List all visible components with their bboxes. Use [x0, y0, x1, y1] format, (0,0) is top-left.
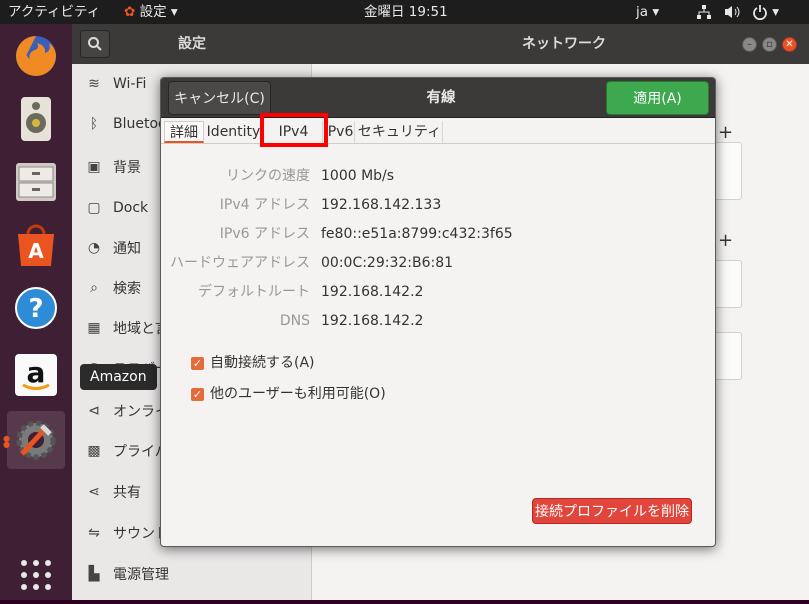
- privacy-icon: ▩: [87, 443, 101, 459]
- dialog-title: 有線: [426, 90, 456, 106]
- search-icon: [88, 37, 102, 51]
- background-icon: ▣: [87, 159, 101, 175]
- checkbox-checked-icon: ✓: [191, 387, 204, 401]
- language-label: ja: [636, 4, 649, 20]
- region-icon: ▦: [87, 320, 101, 336]
- bluetooth-icon: ᛒ: [89, 116, 99, 132]
- top-bar: アクティビティ ✿ 設定 ▾ 金曜日 19:51 ja ▾ ▾: [0, 0, 809, 24]
- activities-button[interactable]: アクティビティ: [8, 0, 100, 24]
- language-menu[interactable]: ja ▾: [636, 0, 659, 24]
- volume-icon[interactable]: [724, 0, 742, 24]
- auto-connect-checkbox[interactable]: ✓ 自動接続する(A): [191, 352, 315, 374]
- info-row-hardware-address: ハードウェアアドレス 00:0C:29:32:B6:81: [161, 252, 715, 274]
- help-icon[interactable]: ?: [7, 279, 65, 337]
- info-value: fe80::e51a:8799:c432:3f65: [321, 226, 513, 242]
- maximize-icon[interactable]: ▫: [762, 37, 777, 52]
- settings-icon[interactable]: [7, 411, 65, 469]
- settings-app-icon: ✿: [124, 4, 136, 20]
- chevron-down-icon: ▾: [170, 4, 178, 20]
- add-icon[interactable]: +: [718, 230, 733, 251]
- tab-identity[interactable]: Identity: [206, 121, 262, 143]
- sidebar-item-label: 共有: [113, 485, 141, 501]
- chevron-down-icon: ▾: [772, 4, 780, 20]
- sidebar-item-power[interactable]: ▙ 電源管理: [72, 554, 312, 594]
- sidebar-item-label: 検索: [113, 281, 141, 297]
- info-label: IPv6 アドレス: [219, 226, 310, 242]
- app-menu[interactable]: ✿ 設定 ▾: [124, 0, 178, 24]
- info-label: ハードウェアアドレス: [170, 255, 310, 271]
- tab-details[interactable]: 詳細: [164, 121, 204, 143]
- tab-security[interactable]: セキュリティ: [357, 121, 443, 143]
- svg-text:A: A: [28, 239, 44, 263]
- search-button[interactable]: [80, 30, 110, 58]
- share-icon: ⋖: [88, 484, 100, 500]
- connection-card: [712, 142, 742, 200]
- connection-card: [712, 260, 742, 308]
- info-value: 00:0C:29:32:B6:81: [321, 255, 454, 271]
- sidebar-item-label: 背景: [113, 160, 141, 176]
- software-center-icon[interactable]: A: [7, 216, 65, 274]
- firefox-icon[interactable]: [7, 27, 65, 85]
- apply-button[interactable]: 適用(A): [606, 81, 709, 115]
- info-label: DNS: [279, 313, 310, 329]
- sidebar-item-label: Wi-Fi: [113, 76, 147, 92]
- rhythmbox-icon[interactable]: [7, 90, 65, 148]
- info-value: 192.168.142.2: [321, 284, 424, 300]
- add-icon[interactable]: +: [718, 122, 733, 143]
- connection-card: [712, 332, 742, 380]
- tab-bar: 詳細 Identity IPv4 IPv6 セキュリティ: [161, 119, 715, 144]
- wifi-icon: ≋: [88, 76, 100, 92]
- info-label: デフォルトルート: [198, 284, 310, 300]
- highlight-box: [260, 113, 328, 147]
- info-row-dns: DNS 192.168.142.2: [161, 310, 715, 332]
- sidebar-item-label: 電源管理: [113, 567, 169, 583]
- info-row-ipv4-address: IPv4 アドレス 192.168.142.133: [161, 194, 715, 216]
- info-row-link-speed: リンクの速度 1000 Mb/s: [161, 165, 715, 187]
- checkbox-label: 他のユーザーも利用可能(O): [210, 386, 386, 402]
- app-grid-icon[interactable]: [7, 546, 65, 604]
- clock[interactable]: 金曜日 19:51: [364, 0, 448, 24]
- info-label: リンクの速度: [226, 168, 310, 184]
- info-value: 192.168.142.2: [321, 313, 424, 329]
- info-value: 1000 Mb/s: [321, 168, 395, 184]
- svg-text:a: a: [27, 356, 46, 389]
- delete-profile-button[interactable]: 接続プロファイルを削除: [532, 498, 692, 524]
- notifications-icon: ◔: [87, 240, 101, 256]
- checkbox-label: 自動接続する(A): [210, 355, 315, 371]
- files-icon[interactable]: [7, 153, 65, 211]
- svg-text:?: ?: [28, 294, 43, 324]
- sound-icon: ⇋: [88, 525, 100, 541]
- dock-tooltip: Amazon: [80, 364, 157, 390]
- app-menu-label: 設定: [139, 4, 167, 20]
- panel-title: ネットワーク: [522, 36, 606, 52]
- dock-icon: ▢: [87, 200, 101, 216]
- amazon-icon[interactable]: a: [7, 346, 65, 404]
- wired-settings-dialog: キャンセル(C) 有線 適用(A) 詳細 Identity IPv4 IPv6 …: [160, 77, 716, 547]
- network-icon[interactable]: [696, 0, 712, 24]
- close-icon[interactable]: ✕: [782, 37, 797, 52]
- running-indicator: ● ●: [3, 434, 10, 449]
- settings-header: 設定 ネットワーク – ▫ ✕: [72, 24, 809, 64]
- sidebar-title: 設定: [178, 36, 206, 52]
- dock: A ? a ● ●: [0, 24, 72, 600]
- power-icon: ▙: [88, 566, 100, 582]
- info-value: 192.168.142.133: [321, 197, 442, 213]
- online-accounts-icon: ⊲: [88, 403, 100, 419]
- info-label: IPv4 アドレス: [219, 197, 310, 213]
- info-row-ipv6-address: IPv6 アドレス fe80::e51a:8799:c432:3f65: [161, 223, 715, 245]
- sidebar-item-label: Dock: [113, 200, 149, 216]
- power-menu[interactable]: ▾: [752, 0, 779, 24]
- power-icon: [753, 5, 767, 21]
- available-to-all-users-checkbox[interactable]: ✓ 他のユーザーも利用可能(O): [191, 383, 386, 405]
- checkbox-checked-icon: ✓: [191, 356, 204, 370]
- dialog-header: キャンセル(C) 有線 適用(A): [161, 78, 715, 118]
- sidebar-item-label: 通知: [113, 241, 141, 257]
- info-row-default-route: デフォルトルート 192.168.142.2: [161, 281, 715, 303]
- chevron-down-icon: ▾: [652, 4, 660, 20]
- cancel-button[interactable]: キャンセル(C): [168, 81, 271, 115]
- search-icon: ⌕: [90, 280, 98, 296]
- minimize-icon[interactable]: –: [742, 37, 757, 52]
